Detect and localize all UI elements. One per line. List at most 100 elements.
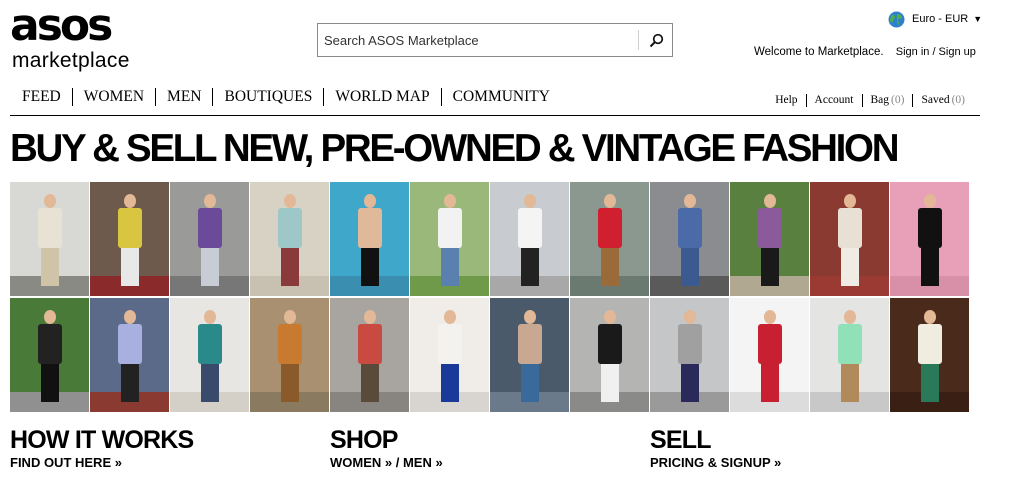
nav-item-world-map[interactable]: WORLD MAP: [323, 88, 440, 106]
model-head: [124, 310, 136, 324]
asos-marketplace-logo[interactable]: asos marketplace: [10, 4, 140, 72]
how-it-works-title: HOW IT WORKS: [10, 426, 194, 454]
fashion-photo-tile[interactable]: [330, 182, 409, 296]
fashion-photo-tile[interactable]: [650, 182, 729, 296]
model-bottom: [41, 248, 59, 286]
model-bottom: [441, 364, 459, 402]
nav-item-feed[interactable]: FEED: [10, 88, 72, 106]
fashion-photo-tile[interactable]: [170, 298, 249, 412]
fashion-photo-tile[interactable]: [570, 182, 649, 296]
search-button[interactable]: [640, 24, 672, 56]
model-bottom: [601, 364, 619, 402]
model-head: [444, 194, 456, 208]
model-bottom: [521, 364, 539, 402]
model-top: [918, 208, 942, 248]
model-top: [118, 324, 142, 364]
search-bar: [317, 23, 673, 57]
fashion-photo-tile[interactable]: [730, 298, 809, 412]
model-bottom: [361, 248, 379, 286]
fashion-photo-tile[interactable]: [730, 182, 809, 296]
model-top: [758, 324, 782, 364]
model-head: [684, 194, 696, 208]
fashion-photo-tile[interactable]: [410, 298, 489, 412]
model-head: [364, 194, 376, 208]
model-head: [924, 194, 936, 208]
search-divider: [638, 30, 639, 50]
fashion-photo-tile[interactable]: [650, 298, 729, 412]
fashion-photo-tile[interactable]: [170, 182, 249, 296]
search-input[interactable]: [318, 24, 638, 56]
model-top: [38, 208, 62, 248]
fashion-photo-tile[interactable]: [890, 298, 969, 412]
model-bottom: [841, 364, 859, 402]
model-top: [518, 324, 542, 364]
fashion-photo-tile[interactable]: [810, 298, 889, 412]
fashion-photo-tile[interactable]: [490, 298, 569, 412]
model-head: [524, 194, 536, 208]
fashion-photo-tile[interactable]: [410, 182, 489, 296]
currency-selector[interactable]: Euro - EUR ▼: [888, 10, 982, 28]
nav-item-boutiques[interactable]: BOUTIQUES: [212, 88, 323, 106]
fashion-photo-tile[interactable]: [890, 182, 969, 296]
page-headline: BUY & SELL NEW, PRE-OWNED & VINTAGE FASH…: [10, 127, 900, 170]
model-head: [604, 310, 616, 324]
model-head: [124, 194, 136, 208]
model-head: [204, 310, 216, 324]
fashion-photo-tile[interactable]: [570, 298, 649, 412]
model-bottom: [761, 364, 779, 402]
welcome-text: Welcome to Marketplace.: [754, 46, 884, 58]
nav-utility: Help Account Bag (0) Saved (0): [767, 94, 973, 107]
welcome-bar: Welcome to Marketplace. Sign in / Sign u…: [754, 46, 976, 58]
fashion-photo-tile[interactable]: [810, 182, 889, 296]
model-top: [678, 208, 702, 248]
model-top: [838, 324, 862, 364]
model-top: [198, 208, 222, 248]
fashion-photo-tile[interactable]: [490, 182, 569, 296]
fashion-photo-tile[interactable]: [10, 182, 89, 296]
fashion-photo-tile[interactable]: [10, 298, 89, 412]
saved-label: Saved: [921, 94, 950, 106]
nav-item-men[interactable]: MEN: [155, 88, 212, 106]
model-top: [758, 208, 782, 248]
currency-label: Euro - EUR: [912, 13, 969, 25]
saved-link[interactable]: Saved (0): [912, 94, 973, 107]
shop-women-men-link[interactable]: WOMEN » / MEN »: [330, 454, 443, 472]
sign-in-link[interactable]: Sign in / Sign up: [896, 46, 976, 58]
model-bottom: [521, 248, 539, 286]
model-top: [598, 208, 622, 248]
model-bottom: [121, 248, 139, 286]
fashion-photo-tile[interactable]: [250, 298, 329, 412]
photo-grid: [10, 182, 969, 412]
logo-wordmark: asos: [10, 0, 113, 51]
saved-count: (0): [951, 94, 965, 106]
model-bottom: [601, 248, 619, 286]
fashion-photo-tile[interactable]: [250, 182, 329, 296]
model-top: [118, 208, 142, 248]
find-out-here-link[interactable]: FIND OUT HERE »: [10, 454, 193, 472]
account-link[interactable]: Account: [805, 94, 862, 107]
nav-item-community[interactable]: COMMUNITY: [440, 88, 561, 106]
nav-item-women[interactable]: WOMEN: [71, 88, 155, 106]
help-link[interactable]: Help: [767, 94, 805, 107]
model-head: [444, 310, 456, 324]
sell-title: SELL: [650, 426, 712, 454]
fashion-photo-tile[interactable]: [90, 182, 169, 296]
globe-icon: [888, 11, 905, 27]
model-top: [918, 324, 942, 364]
model-bottom: [441, 248, 459, 286]
how-it-works-section: HOW IT WORKS FIND OUT HERE »: [10, 426, 194, 472]
model-top: [438, 208, 462, 248]
fashion-photo-tile[interactable]: [90, 298, 169, 412]
model-head: [764, 310, 776, 324]
model-head: [364, 310, 376, 324]
fashion-photo-tile[interactable]: [330, 298, 409, 412]
model-bottom: [921, 364, 939, 402]
bag-link[interactable]: Bag (0): [861, 94, 913, 107]
model-head: [524, 310, 536, 324]
model-top: [38, 324, 62, 364]
model-bottom: [681, 248, 699, 286]
model-bottom: [681, 364, 699, 402]
shop-title: SHOP: [330, 426, 398, 454]
pricing-signup-link[interactable]: PRICING & SIGNUP »: [650, 454, 781, 472]
model-head: [684, 310, 696, 324]
